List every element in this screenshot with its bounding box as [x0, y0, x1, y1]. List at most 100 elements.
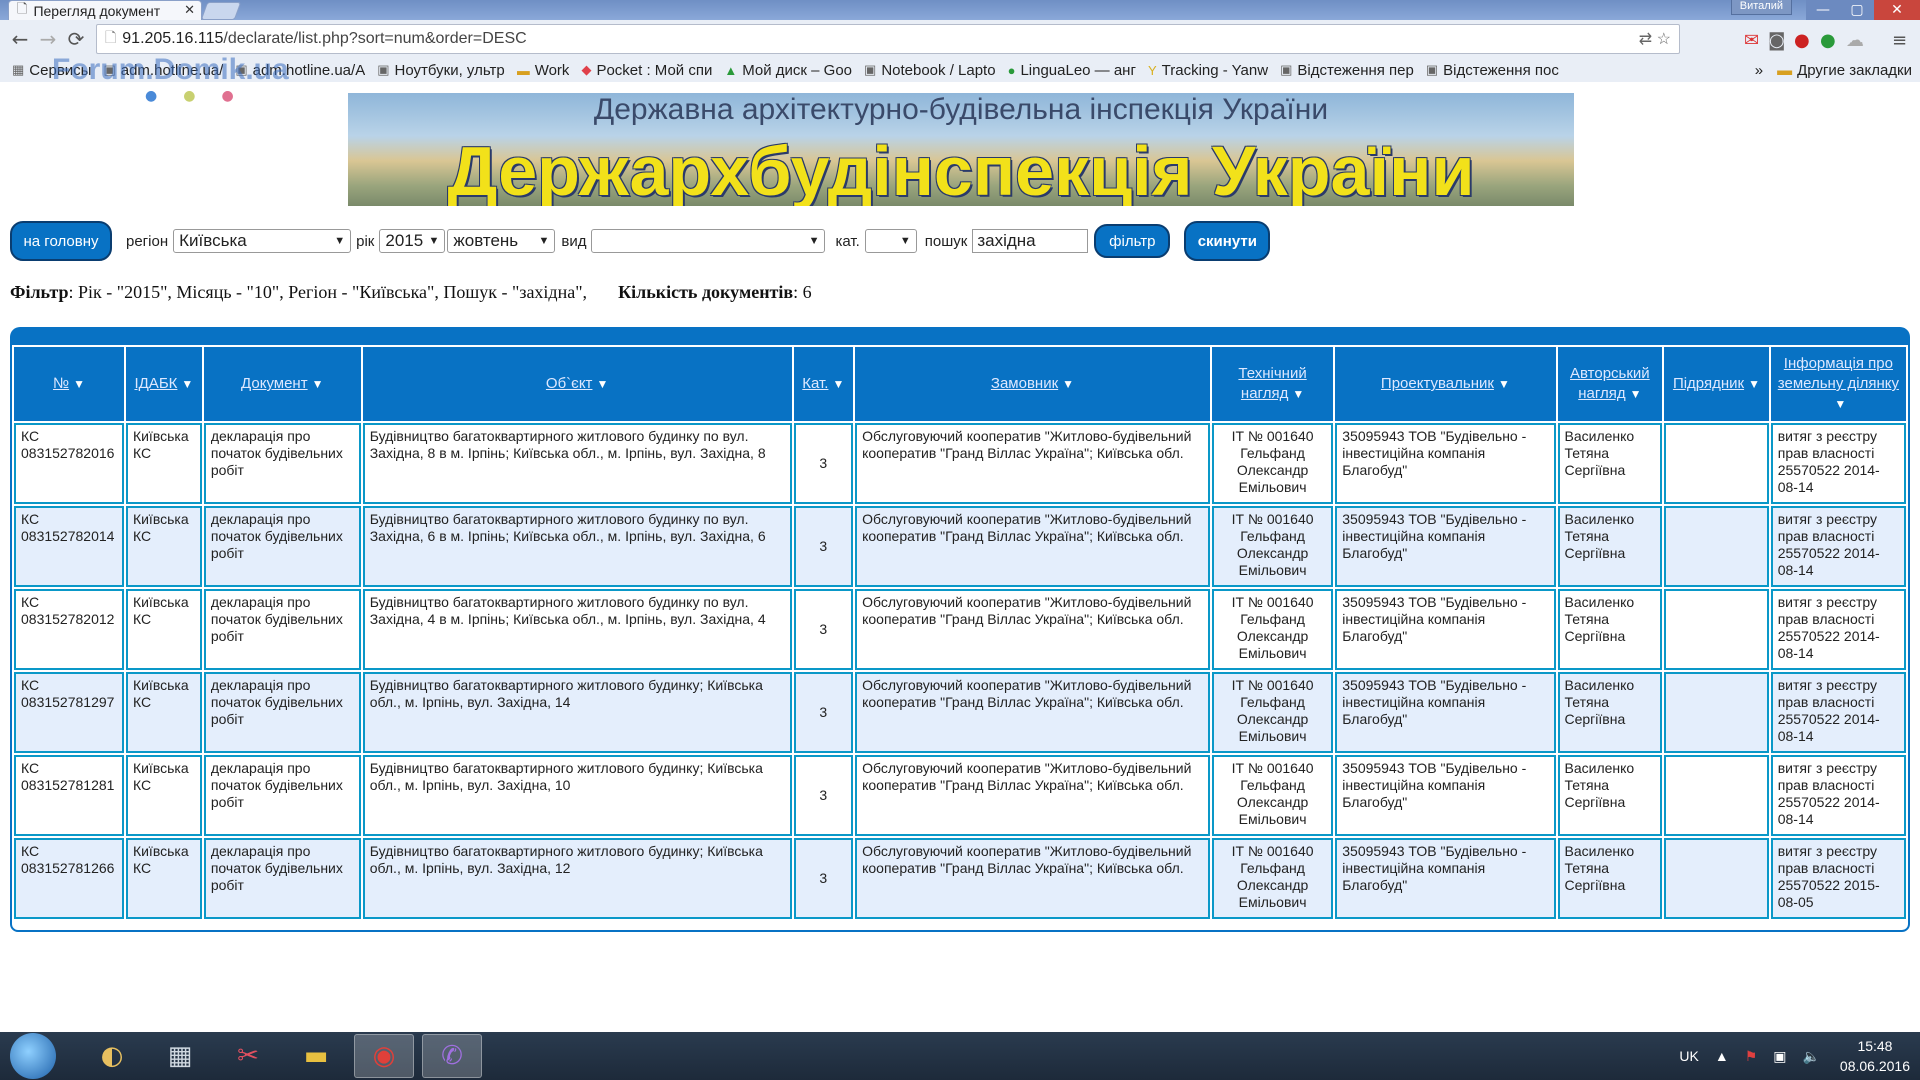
- sort-down-icon[interactable]: ▼: [1062, 374, 1074, 394]
- paint-icon[interactable]: ◐: [82, 1034, 142, 1078]
- maximize-button[interactable]: ▢: [1840, 0, 1874, 20]
- column-header-land-info[interactable]: Інформація про земельну ділянку▼: [1770, 347, 1906, 421]
- close-tab-icon[interactable]: ✕: [184, 3, 195, 18]
- column-header-author-supervision[interactable]: Авторський нагляд ▼: [1557, 347, 1663, 421]
- column-header-idabk[interactable]: ІДАБК ▼: [125, 347, 202, 421]
- column-header-num[interactable]: № ▼: [14, 347, 124, 421]
- cell-contractor: [1664, 589, 1769, 670]
- region-select[interactable]: Київська ▼: [173, 229, 352, 253]
- volume-icon[interactable]: 🔈: [1802, 1048, 1819, 1065]
- sort-down-icon[interactable]: ▼: [596, 374, 608, 394]
- other-bookmarks[interactable]: » ▬ Другие закладки: [1755, 58, 1912, 82]
- column-header-category[interactable]: Кат. ▼: [793, 347, 854, 421]
- menu-icon[interactable]: ≡: [1892, 30, 1907, 51]
- category-select[interactable]: ▼: [864, 229, 917, 253]
- search-input[interactable]: західна: [972, 229, 1089, 253]
- back-arrow-icon[interactable]: ←: [6, 27, 34, 51]
- minimize-button[interactable]: —: [1806, 0, 1840, 20]
- bookmark-item[interactable]: ▣ Ноутбуки, ультр: [377, 62, 505, 79]
- cell-land-info: витяг з реєстру прав власності 25570522 …: [1770, 589, 1906, 670]
- cell-document: декларація про початок будівельних робіт: [203, 672, 361, 753]
- sort-down-icon[interactable]: ▼: [181, 374, 193, 394]
- reload-icon[interactable]: ⟳: [62, 27, 90, 51]
- cell-object: Будівництво багатоквартирного житлового …: [362, 755, 792, 836]
- chevron-down-icon: ▼: [899, 235, 911, 247]
- cell-contractor: [1664, 423, 1769, 504]
- chevron-down-icon: ▼: [428, 235, 440, 247]
- pocket-extension-icon[interactable]: ◙: [1768, 30, 1785, 51]
- column-header-customer[interactable]: Замовник ▼: [855, 347, 1210, 421]
- cell-document: декларація про початок будівельних робіт: [203, 506, 361, 587]
- gmail-extension-icon[interactable]: ✉: [1744, 30, 1759, 51]
- apps-icon: ▦: [12, 62, 25, 77]
- column-header-contractor[interactable]: Підрядник ▼: [1664, 347, 1769, 421]
- home-button[interactable]: на головну: [10, 221, 112, 261]
- viber-icon[interactable]: ✆: [422, 1034, 482, 1078]
- sort-down-icon[interactable]: ▼: [1748, 374, 1760, 394]
- cell-category: 3: [793, 755, 854, 836]
- close-window-button[interactable]: ✕: [1874, 0, 1920, 20]
- badge-extension-icon[interactable]: ●: [1820, 30, 1836, 51]
- new-tab-button[interactable]: [200, 2, 242, 20]
- column-header-tech-supervision[interactable]: Технічний нагляд ▼: [1211, 347, 1334, 421]
- table-header-row: № ▼ ІДАБК ▼ Документ ▼ Об`єкт ▼ Кат. ▼ Замовн…: [14, 347, 1906, 421]
- url-path: /declarate/list.php?sort=num&order=DESC: [223, 30, 527, 47]
- user-profile-badge[interactable]: Виталий: [1730, 0, 1792, 15]
- cell-contractor: [1664, 755, 1769, 836]
- folder-icon: ▬: [1777, 61, 1793, 79]
- sort-down-icon[interactable]: ▼: [832, 374, 844, 394]
- cell-author-supervision: Василенко Тетяна Сергіївна: [1557, 589, 1663, 670]
- column-header-object[interactable]: Об`єкт ▼: [362, 347, 792, 421]
- network-icon[interactable]: ▣: [1773, 1048, 1786, 1065]
- snipping-tool-icon[interactable]: ✂: [218, 1034, 278, 1078]
- bookmark-item[interactable]: Y Tracking - Yanw: [1148, 62, 1268, 79]
- sort-down-icon[interactable]: ▼: [1630, 384, 1642, 404]
- cell-customer: Обслуговуючий кооператив "Житлово-будіве…: [855, 755, 1210, 836]
- main-content: на головну регіон Київська ▼ рік 2015 ▼ жо…: [0, 82, 1920, 1032]
- clock[interactable]: 15:48 08.06.2016: [1840, 1036, 1910, 1076]
- sort-down-icon[interactable]: ▼: [1834, 394, 1846, 414]
- page-icon: ▣: [1425, 62, 1439, 77]
- show-hidden-icons-icon[interactable]: ▲: [1715, 1048, 1729, 1064]
- cloud-extension-icon[interactable]: ☁: [1846, 30, 1864, 51]
- translate-star-icons[interactable]: ⇄ ☆: [1639, 29, 1671, 49]
- filter-bar: на головну регіон Київська ▼ рік 2015 ▼ жо…: [10, 221, 1271, 261]
- browser-tab[interactable]: 🗋 Перегляд документ ✕: [8, 0, 202, 20]
- language-indicator[interactable]: UK: [1679, 1048, 1698, 1064]
- bookmark-item[interactable]: ▲ Мой диск – Goo: [724, 62, 852, 79]
- type-select[interactable]: ▼: [591, 229, 826, 253]
- cell-document: декларація про початок будівельних робіт: [203, 755, 361, 836]
- bookmark-item[interactable]: ▣ Notebook / Lapto: [864, 62, 996, 79]
- reset-button[interactable]: скинути: [1184, 221, 1271, 261]
- page-info-icon[interactable]: 🗋: [105, 27, 116, 51]
- sort-down-icon[interactable]: ▼: [1292, 384, 1304, 404]
- file-explorer-icon[interactable]: ▬: [286, 1034, 346, 1078]
- action-center-flag-icon[interactable]: ⚑: [1745, 1048, 1758, 1065]
- bookmark-item[interactable]: ◆ Pocket : Мой спи: [581, 62, 712, 79]
- filter-summary-label: Фільтр: [10, 282, 69, 302]
- cell-customer: Обслуговуючий кооператив "Житлово-будіве…: [855, 423, 1210, 504]
- cell-designer: 35095943 ТОВ "Будівельно - інвестиційна …: [1335, 589, 1556, 670]
- start-button[interactable]: [10, 1033, 56, 1079]
- sort-down-icon[interactable]: ▼: [312, 374, 324, 394]
- bookmark-item[interactable]: ▣ Відстеження пер: [1280, 62, 1414, 79]
- sort-down-icon[interactable]: ▼: [1498, 374, 1510, 394]
- cell-designer: 35095943 ТОВ "Будівельно - інвестиційна …: [1335, 672, 1556, 753]
- bookmark-item[interactable]: ▬ Work: [517, 62, 570, 79]
- cell-author-supervision: Василенко Тетяна Сергіївна: [1557, 672, 1663, 753]
- sort-down-icon[interactable]: ▼: [73, 374, 85, 394]
- column-header-document[interactable]: Документ ▼: [203, 347, 361, 421]
- windows-taskbar: ◐ ▦ ✂ ▬ ◉ ✆ UK ▲ ⚑ ▣ 🔈 15:48 08.06.2016: [0, 1032, 1920, 1080]
- bookmark-item[interactable]: ● LinguaLeo — анг: [1008, 62, 1136, 79]
- bookmark-item[interactable]: ▣ Відстеження пос: [1426, 62, 1559, 79]
- column-header-designer[interactable]: Проектувальник ▼: [1335, 347, 1556, 421]
- month-select[interactable]: жовтень ▼: [447, 229, 556, 253]
- chevron-down-icon: ▼: [538, 235, 550, 247]
- chrome-icon[interactable]: ◉: [354, 1034, 414, 1078]
- adblock-extension-icon[interactable]: ●: [1794, 30, 1810, 51]
- year-select[interactable]: 2015 ▼: [379, 229, 446, 253]
- address-bar[interactable]: 🗋 91.205.16.115/declarate/list.php?sort=…: [96, 24, 1680, 54]
- forward-arrow-icon[interactable]: →: [34, 27, 62, 51]
- filter-button[interactable]: фільтр: [1094, 224, 1171, 258]
- calculator-icon[interactable]: ▦: [150, 1034, 210, 1078]
